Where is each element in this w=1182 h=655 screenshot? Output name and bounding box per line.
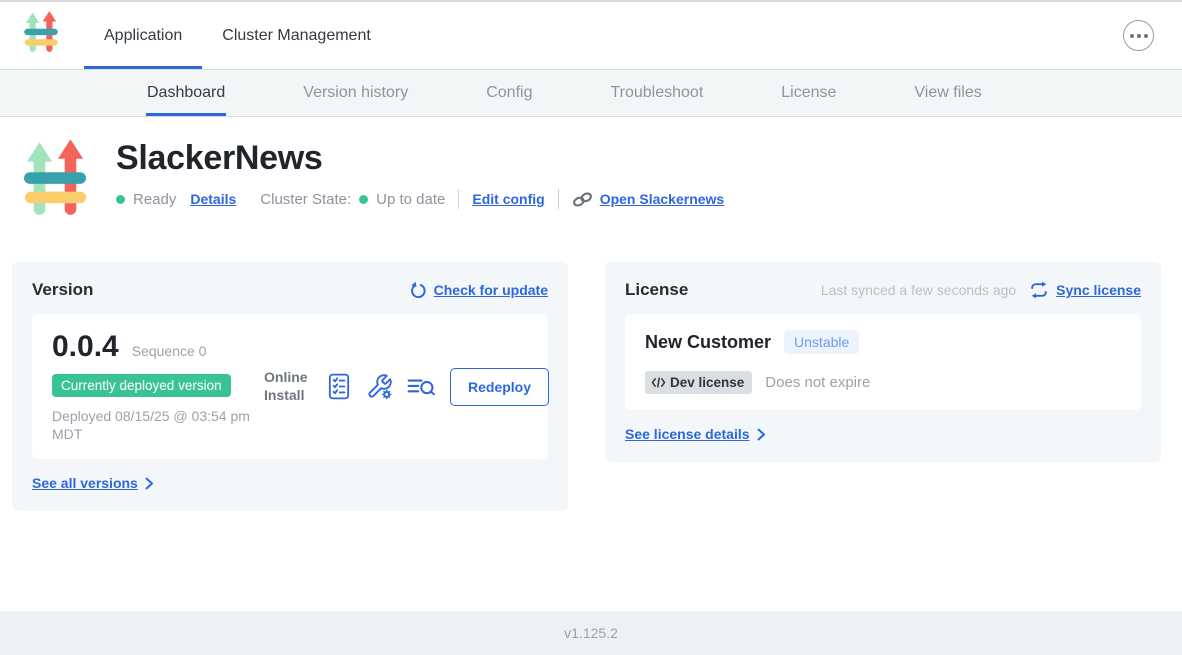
install-type-label: Online Install	[264, 369, 312, 404]
console-version: v1.125.2	[564, 625, 618, 641]
deployed-status-badge: Currently deployed version	[52, 374, 231, 397]
brand-logo[interactable]	[24, 2, 58, 69]
app-hero: SlackerNews Ready Details Cluster State:…	[0, 117, 1182, 226]
checklist-icon	[326, 373, 352, 400]
check-for-update-label: Check for update	[434, 282, 548, 298]
top-navbar: Application Cluster Management	[0, 2, 1182, 70]
version-info: 0.0.4 Sequence 0 Currently deployed vers…	[52, 330, 264, 443]
open-app-link[interactable]: Open Slackernews	[572, 191, 725, 208]
check-for-update-link[interactable]: Check for update	[408, 281, 548, 300]
wrench-gear-icon	[366, 373, 393, 400]
tab-config[interactable]: Config	[485, 70, 533, 116]
chain-link-icon	[572, 191, 593, 208]
dashboard-cards: Version Check for update	[0, 226, 1182, 511]
edit-config-link[interactable]: Edit config	[472, 191, 544, 207]
open-app-link-label: Open Slackernews	[600, 191, 725, 207]
version-number: 0.0.4	[52, 330, 119, 364]
dashboard-page: SlackerNews Ready Details Cluster State:…	[0, 117, 1182, 611]
current-version-panel: 0.0.4 Sequence 0 Currently deployed vers…	[32, 314, 548, 459]
version-card: Version Check for update	[12, 262, 568, 511]
version-card-title: Version	[32, 280, 93, 300]
divider	[558, 189, 559, 209]
tab-troubleshoot[interactable]: Troubleshoot	[609, 70, 704, 116]
tab-version-history[interactable]: Version history	[302, 70, 409, 116]
license-card-footer: See license details	[625, 426, 1141, 444]
tab-license[interactable]: License	[780, 70, 837, 116]
deployed-timestamp: Deployed 08/15/25 @ 03:54 pm MDT	[52, 407, 264, 443]
app-hero-text: SlackerNews Ready Details Cluster State:…	[116, 137, 724, 226]
license-card: License Last synced a few seconds ago	[605, 262, 1161, 462]
deploy-logs-button[interactable]	[407, 375, 436, 399]
view-config-button[interactable]	[366, 373, 393, 400]
tab-view-files[interactable]: View files	[913, 70, 982, 116]
cluster-state-label: Cluster State:	[260, 191, 351, 208]
customer-name: New Customer	[645, 332, 771, 353]
ellipsis-icon	[1130, 34, 1134, 38]
app-status-text: Ready	[133, 191, 176, 208]
license-type-badge: Dev license	[645, 371, 752, 394]
license-card-header: License Last synced a few seconds ago	[625, 280, 1141, 300]
app-status-row: Ready Details Cluster State: Up to date …	[116, 189, 724, 209]
sync-license-label: Sync license	[1056, 282, 1141, 298]
preflight-checks-button[interactable]	[326, 373, 352, 400]
license-details-panel: New Customer Unstable Dev license	[625, 314, 1141, 410]
version-card-footer: See all versions	[32, 475, 548, 493]
refresh-icon	[408, 281, 427, 300]
file-search-icon	[407, 375, 436, 399]
console-footer: v1.125.2	[0, 611, 1182, 655]
overflow-menu-button[interactable]	[1123, 20, 1154, 51]
tab-application[interactable]: Application	[84, 2, 202, 69]
see-license-details-label: See license details	[625, 426, 750, 442]
cluster-state-dot	[359, 195, 368, 204]
tab-cluster-management[interactable]: Cluster Management	[202, 2, 391, 69]
page-title: SlackerNews	[116, 139, 724, 178]
channel-badge: Unstable	[784, 330, 859, 354]
version-card-header: Version Check for update	[32, 280, 548, 300]
see-all-versions-label: See all versions	[32, 475, 138, 491]
app-status-dot	[116, 195, 125, 204]
license-expiry-text: Does not expire	[765, 374, 870, 391]
cluster-state-value: Up to date	[376, 191, 445, 208]
top-nav-tabs: Application Cluster Management	[84, 2, 391, 69]
last-synced-text: Last synced a few seconds ago	[821, 282, 1016, 298]
see-license-details-link[interactable]: See license details	[625, 426, 766, 442]
redeploy-button[interactable]: Redeploy	[450, 368, 549, 406]
tab-dashboard[interactable]: Dashboard	[146, 70, 226, 116]
hash-arrows-logo-icon	[24, 11, 58, 60]
divider	[458, 189, 459, 209]
see-all-versions-link[interactable]: See all versions	[32, 475, 154, 491]
license-type-label: Dev license	[670, 375, 744, 390]
version-sequence: Sequence 0	[132, 343, 207, 359]
code-icon	[651, 377, 666, 388]
status-details-link[interactable]: Details	[190, 191, 236, 207]
license-card-title: License	[625, 280, 688, 300]
chevron-right-icon	[757, 428, 766, 441]
app-logo-icon	[24, 139, 86, 226]
sync-license-link[interactable]: Sync license	[1029, 281, 1141, 299]
chevron-right-icon	[145, 477, 154, 490]
sync-arrows-icon	[1029, 281, 1049, 299]
app-sub-navbar: Dashboard Version history Config Trouble…	[0, 70, 1182, 117]
version-actions: Online Install	[264, 368, 551, 406]
